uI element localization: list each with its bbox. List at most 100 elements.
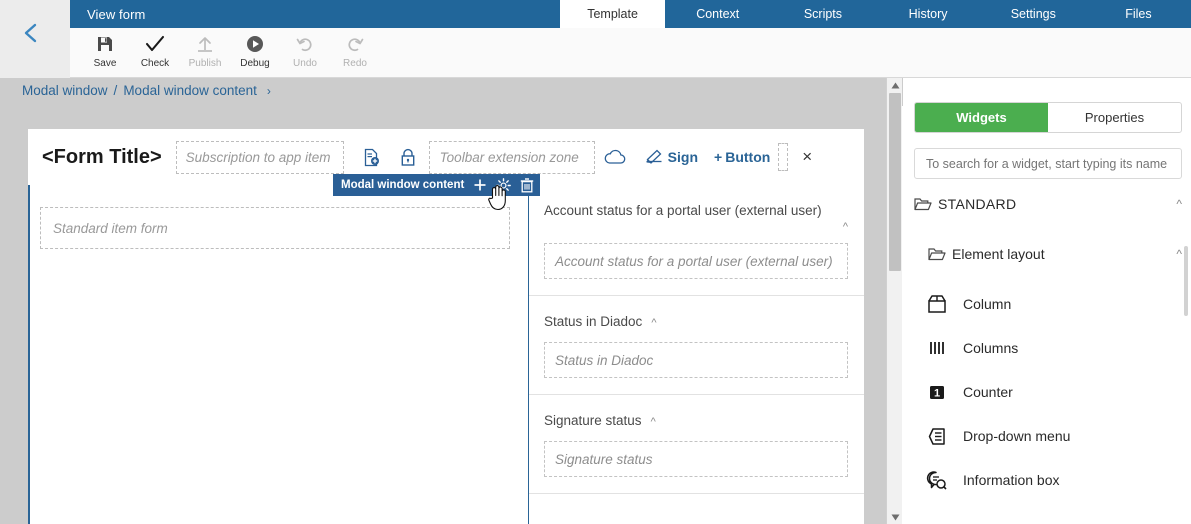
- widget-label: Column: [963, 296, 1012, 312]
- top-header-bar: View form Template Context Scripts Histo…: [0, 0, 1191, 28]
- chevron-up-icon[interactable]: ^: [1176, 197, 1182, 211]
- tab-files[interactable]: Files: [1086, 0, 1191, 28]
- field-input-placeholder[interactable]: Account status for a portal user (extern…: [544, 243, 848, 279]
- check-icon: [145, 33, 165, 55]
- widgets-sidebar: Widgets Properties STANDARD ^ Element la: [903, 78, 1191, 524]
- field-input-placeholder[interactable]: Signature status: [544, 441, 848, 477]
- field-input-placeholder[interactable]: Status in Diadoc: [544, 342, 848, 378]
- form-left-column: Standard item form: [28, 185, 529, 524]
- breadcrumb-chevron-right-icon[interactable]: ›: [267, 84, 271, 98]
- back-button[interactable]: [20, 22, 42, 44]
- information-box-icon: [925, 468, 949, 492]
- widget-item-dropdown-menu[interactable]: Drop-down menu: [925, 424, 1070, 448]
- folder-open-icon: [914, 197, 938, 211]
- widget-label: Drop-down menu: [963, 428, 1071, 444]
- close-icon[interactable]: ×: [802, 147, 812, 167]
- redo-icon: [346, 33, 364, 55]
- upload-icon: [196, 33, 214, 55]
- tab-widgets[interactable]: Widgets: [915, 103, 1048, 132]
- undo-label: Undo: [293, 58, 317, 69]
- add-button-control[interactable]: + Button: [714, 149, 770, 165]
- tab-template[interactable]: Template: [560, 0, 666, 28]
- counter-one-icon: 1: [925, 380, 949, 404]
- delete-trash-icon[interactable]: [520, 177, 534, 193]
- widget-search-input[interactable]: [914, 148, 1182, 179]
- sign-button[interactable]: Sign: [645, 149, 698, 165]
- breadcrumb-item-modal-window[interactable]: Modal window: [22, 83, 108, 98]
- cloud-icon[interactable]: [603, 148, 627, 166]
- scroll-down-arrow-icon[interactable]: [887, 510, 903, 524]
- toolbar-extension-zone[interactable]: Toolbar extension zone: [428, 140, 595, 174]
- selection-toolbar: Modal window content: [333, 174, 541, 196]
- application-window: View form Template Context Scripts Histo…: [0, 0, 1191, 524]
- dropdown-menu-icon: [925, 424, 949, 448]
- play-icon: [246, 33, 264, 55]
- plus-icon: +: [714, 149, 723, 165]
- chevron-up-icon[interactable]: ^: [651, 312, 656, 329]
- field-label: Status in Diadoc: [544, 314, 643, 329]
- columns-bars-icon: [925, 336, 949, 360]
- group-element-layout[interactable]: Element layout ^: [928, 246, 1182, 262]
- toolbar-buttons: Save Check Publish Debug Undo Redo: [70, 28, 380, 78]
- document-settings-icon[interactable]: [362, 148, 381, 167]
- selection-label: Modal window content: [341, 179, 465, 191]
- sidebar-tab-group: Widgets Properties: [914, 102, 1182, 133]
- field-account-status: Account status for a portal user (extern…: [529, 185, 864, 296]
- widget-item-counter[interactable]: 1 Counter: [925, 380, 1013, 404]
- add-icon[interactable]: [473, 178, 487, 192]
- form-right-column: Account status for a portal user (extern…: [529, 185, 864, 524]
- widget-item-columns[interactable]: Columns: [925, 336, 1018, 360]
- window-title-block: View form: [70, 0, 560, 28]
- redo-label: Redo: [343, 58, 367, 69]
- subscription-zone[interactable]: Subscription to app item: [175, 140, 344, 174]
- check-button[interactable]: Check: [130, 28, 180, 69]
- field-label: Account status for a portal user (extern…: [544, 203, 822, 218]
- breadcrumb-separator: /: [113, 83, 118, 98]
- check-label: Check: [140, 58, 170, 69]
- settings-gear-icon[interactable]: [496, 177, 512, 193]
- tab-settings[interactable]: Settings: [981, 0, 1086, 28]
- lock-icon[interactable]: [399, 148, 417, 167]
- publish-button[interactable]: Publish: [180, 28, 230, 69]
- chevron-up-icon[interactable]: ^: [651, 411, 656, 428]
- scrollbar-thumb[interactable]: [889, 93, 901, 271]
- chevron-up-icon[interactable]: ^: [1176, 247, 1182, 261]
- sidebar-scrollbar-thumb[interactable]: [1184, 246, 1188, 316]
- tab-properties[interactable]: Properties: [1048, 103, 1181, 132]
- svg-text:1: 1: [934, 387, 940, 399]
- chevron-up-icon[interactable]: ^: [843, 201, 848, 233]
- widget-item-column[interactable]: Column: [925, 292, 1011, 316]
- form-body: Standard item form Account status for a …: [28, 185, 864, 524]
- form-canvas: <Form Title> Subscription to app item To…: [0, 106, 886, 524]
- scroll-up-arrow-icon[interactable]: [887, 78, 903, 92]
- field-status-in-diadoc: Status in Diadoc ^ Status in Diadoc: [529, 296, 864, 395]
- breadcrumb: Modal window / Modal window content ›: [22, 83, 271, 98]
- widget-label: Information box: [963, 472, 1060, 488]
- main-tab-bar: Template Context Scripts History Setting…: [560, 0, 1191, 28]
- widget-label: Columns: [963, 340, 1019, 356]
- standard-item-form-zone[interactable]: Standard item form: [40, 207, 510, 249]
- chevron-left-icon: [24, 23, 37, 43]
- redo-button[interactable]: Redo: [330, 28, 380, 69]
- debug-button[interactable]: Debug: [230, 28, 280, 69]
- canvas-vertical-scrollbar[interactable]: [886, 78, 902, 524]
- breadcrumb-item-modal-window-content[interactable]: Modal window content: [123, 83, 257, 98]
- tab-scripts[interactable]: Scripts: [770, 0, 875, 28]
- sign-label: Sign: [667, 149, 699, 165]
- tab-history[interactable]: History: [876, 0, 981, 28]
- sign-pen-icon: [646, 149, 662, 164]
- group-standard[interactable]: STANDARD ^: [914, 196, 1182, 212]
- empty-drop-zone[interactable]: [778, 143, 789, 171]
- undo-button[interactable]: Undo: [280, 28, 330, 69]
- field-label: Signature status: [544, 413, 642, 428]
- widget-item-information-box[interactable]: Information box: [925, 468, 1060, 492]
- group-label: STANDARD: [938, 196, 1017, 212]
- publish-label: Publish: [188, 58, 222, 69]
- debug-label: Debug: [240, 58, 270, 69]
- group-label: Element layout: [952, 246, 1045, 262]
- save-button[interactable]: Save: [80, 28, 130, 69]
- column-box-icon: [925, 292, 949, 316]
- tab-context[interactable]: Context: [665, 0, 770, 28]
- save-icon: [96, 33, 114, 55]
- undo-icon: [296, 33, 314, 55]
